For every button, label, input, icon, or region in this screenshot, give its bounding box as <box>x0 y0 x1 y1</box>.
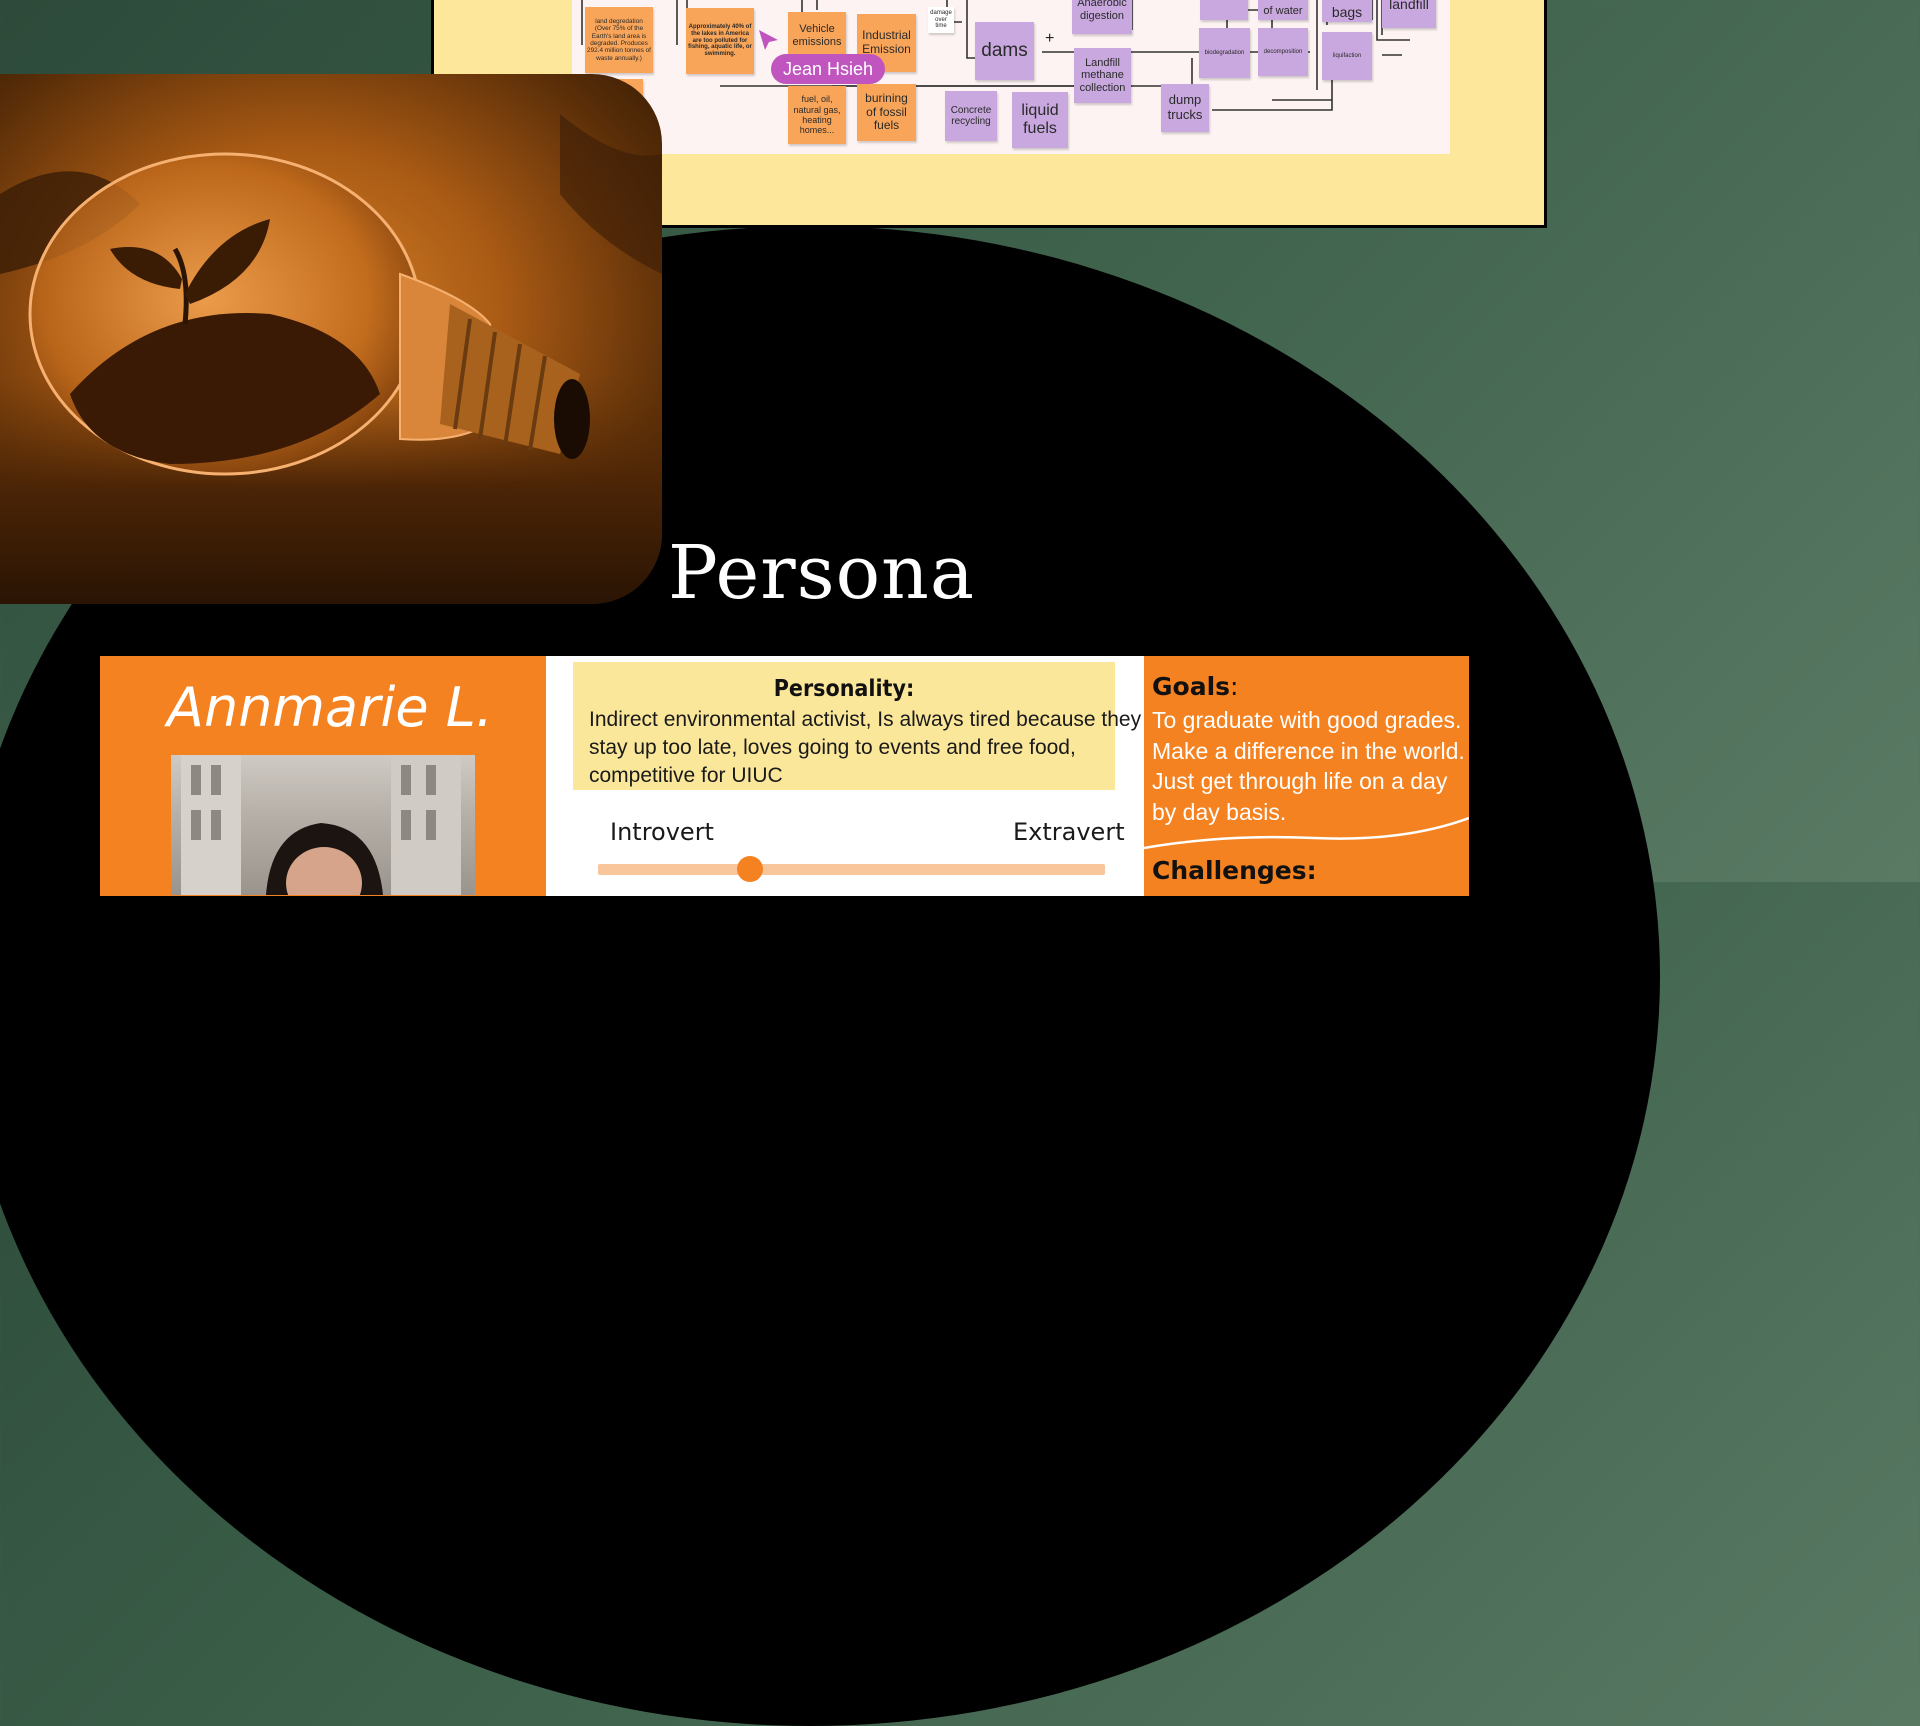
plus-sign: + <box>1045 30 1055 47</box>
persona-photo <box>171 755 475 895</box>
sticky-vehicle-emissions[interactable]: Vehicle emissions <box>788 12 846 60</box>
sticky-of-water[interactable]: of water <box>1258 0 1308 20</box>
sticky-burning-fossil-fuels[interactable]: burining of fossil fuels <box>857 84 916 141</box>
goals-colon: : <box>1230 672 1239 701</box>
trait-right-label: Extravert <box>1013 818 1125 846</box>
goals-label-text: Goals <box>1152 672 1231 701</box>
goals-divider-wave <box>1144 816 1469 850</box>
personality-text: Indirect environmental activist, Is alwa… <box>589 708 1142 787</box>
challenges-label: Challenges: <box>1152 856 1317 885</box>
goals-text: To graduate with good grades. Make a dif… <box>1152 707 1465 825</box>
sticky-damage-over-time[interactable]: damage over time <box>928 7 954 33</box>
goals-label: Goals: <box>1152 672 1238 701</box>
sticky-dump-trucks[interactable]: dump trucks <box>1161 84 1209 132</box>
sticky-landfill[interactable]: landfill <box>1382 0 1436 28</box>
introvert-extravert-slider[interactable] <box>598 864 1105 875</box>
trait-left-label: Introvert <box>610 818 714 846</box>
sticky-biodegradation[interactable]: biodegradation <box>1199 28 1250 78</box>
sticky-concrete-recycling[interactable]: Concrete recycling <box>945 91 997 141</box>
sticky-purple-top-1[interactable] <box>1200 0 1248 20</box>
sticky-fuel-oil[interactable]: fuel, oil, natural gas, heating homes... <box>788 86 846 144</box>
sticky-landfill-methane-collection[interactable]: Landfill methane collection <box>1074 48 1131 103</box>
sticky-bags[interactable]: bags <box>1322 0 1372 22</box>
sticky-decomposition[interactable]: decomposition <box>1258 28 1308 76</box>
collaborator-name-tag: Jean Hsieh <box>771 54 886 84</box>
collaborator-cursor-icon <box>759 30 778 50</box>
sticky-anaerobic-digestion[interactable]: Anaerobic digestion <box>1072 0 1132 34</box>
sticky-lakes[interactable]: Approximately 40% of the lakes in Americ… <box>686 8 754 74</box>
sticky-liquifaction[interactable]: liquifaction <box>1322 32 1372 80</box>
lightbulb-plant-photo <box>0 74 662 604</box>
personality-title: Personality: <box>773 676 915 702</box>
sticky-liquid-fuels[interactable]: liquid fuels <box>1012 92 1068 148</box>
sticky-dams[interactable]: dams <box>975 22 1034 80</box>
page-title: Persona <box>668 530 975 616</box>
slider-thumb[interactable] <box>737 856 764 882</box>
persona-name: Annmarie L. <box>167 676 493 739</box>
sticky-land-degradation[interactable]: land degredation (Over 75% of the Earth'… <box>585 7 653 73</box>
